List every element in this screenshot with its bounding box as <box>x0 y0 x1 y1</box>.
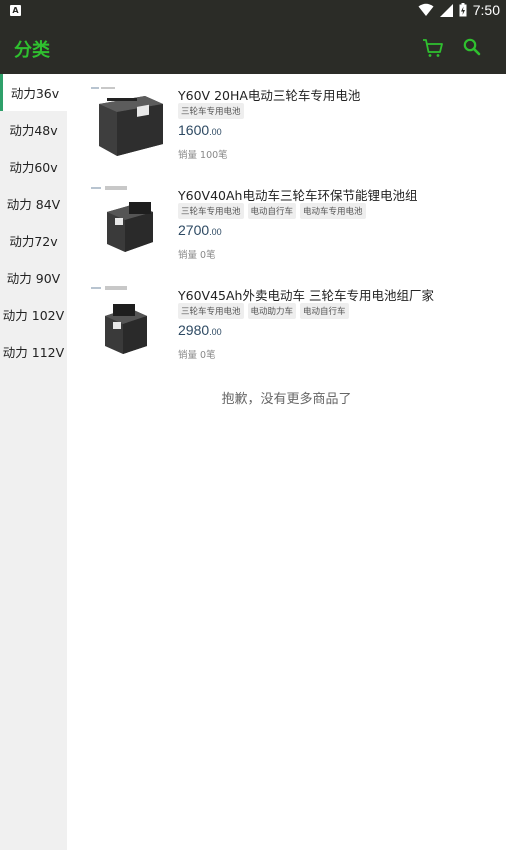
product-title: Y60V40Ah电动车三轮车环保节能锂电池组 <box>178 188 418 203</box>
sidebar-item-36v[interactable]: 动力36v <box>0 74 67 111</box>
cart-icon[interactable] <box>421 36 445 60</box>
product-sales: 销量 0笔 <box>178 350 216 361</box>
price-decimal: .00 <box>209 127 222 137</box>
sidebar-item-label: 动力 102V <box>2 308 65 323</box>
product-tags: 三轮车专用电池 电动自行车 电动车专用电池 <box>178 203 366 219</box>
product-price: 1600.00 <box>178 122 222 138</box>
status-bar: A 7:50 <box>0 0 506 22</box>
sidebar-item-label: 动力48v <box>9 123 58 138</box>
sidebar-item-label: 动力 84V <box>6 197 61 212</box>
product-card[interactable]: Y60V 20HA电动三轮车专用电池 三轮车专用电池 1600.00 销量 10… <box>67 74 506 174</box>
product-card[interactable]: Y60V45Ah外卖电动车 三轮车专用电池组厂家 三轮车专用电池 电动助力车 电… <box>67 274 506 374</box>
app-bar: 分类 <box>0 22 506 74</box>
product-sales: 销量 100笔 <box>178 150 228 161</box>
product-image-battery <box>85 182 171 262</box>
product-tags: 三轮车专用电池 <box>178 103 244 119</box>
product-tag: 三轮车专用电池 <box>178 303 244 319</box>
sidebar-item-72v[interactable]: 动力72v <box>0 222 67 259</box>
end-of-list-message: 抱歉，没有更多商品了 <box>221 392 352 407</box>
wifi-icon <box>418 3 434 16</box>
sidebar-item-label: 动力36v <box>10 86 60 101</box>
sidebar-item-label: 动力 112V <box>2 345 65 360</box>
category-sidebar: 动力36v 动力48v 动力60v 动力 84V 动力72v 动力 90V 动力… <box>0 74 67 850</box>
price-integer: 2980 <box>178 322 210 338</box>
product-image-battery <box>85 282 171 362</box>
sidebar-item-112v[interactable]: 动力 112V <box>0 333 67 370</box>
product-price: 2980.00 <box>178 322 222 338</box>
product-tag: 电动助力车 <box>247 303 297 319</box>
sidebar-item-102v[interactable]: 动力 102V <box>0 296 67 333</box>
clock: 7:50 <box>472 2 500 18</box>
battery-icon <box>459 3 467 17</box>
product-sales: 销量 0笔 <box>178 250 216 261</box>
page-title: 分类 <box>14 40 50 61</box>
product-image-battery <box>85 82 171 162</box>
search-icon[interactable] <box>460 36 484 60</box>
sidebar-item-48v[interactable]: 动力48v <box>0 111 67 148</box>
product-title: Y60V45Ah外卖电动车 三轮车专用电池组厂家 <box>178 288 434 303</box>
product-list: Y60V 20HA电动三轮车专用电池 三轮车专用电池 1600.00 销量 10… <box>67 74 506 850</box>
product-tag: 三轮车专用电池 <box>178 203 244 219</box>
sidebar-item-label: 动力72v <box>9 234 58 249</box>
app-notification-icon: A <box>10 5 21 16</box>
sidebar-item-label: 动力 90V <box>6 271 61 286</box>
price-integer: 2700 <box>178 222 210 238</box>
product-price: 2700.00 <box>178 222 222 238</box>
product-tag: 电动车专用电池 <box>300 203 366 219</box>
signal-icon <box>439 3 453 17</box>
product-tag: 电动自行车 <box>247 203 297 219</box>
product-tags: 三轮车专用电池 电动助力车 电动自行车 <box>178 303 349 319</box>
product-card[interactable]: Y60V40Ah电动车三轮车环保节能锂电池组 三轮车专用电池 电动自行车 电动车… <box>67 174 506 274</box>
sidebar-item-90v[interactable]: 动力 90V <box>0 259 67 296</box>
sidebar-item-label: 动力60v <box>9 160 58 175</box>
price-decimal: .00 <box>209 227 222 237</box>
sidebar-item-60v[interactable]: 动力60v <box>0 148 67 185</box>
product-tag: 电动自行车 <box>300 303 349 319</box>
status-indicators: 7:50 <box>418 2 500 18</box>
price-integer: 1600 <box>178 122 210 138</box>
product-tag: 三轮车专用电池 <box>178 103 244 119</box>
product-title: Y60V 20HA电动三轮车专用电池 <box>178 88 361 103</box>
sidebar-item-84v[interactable]: 动力 84V <box>0 185 67 222</box>
price-decimal: .00 <box>209 327 222 337</box>
